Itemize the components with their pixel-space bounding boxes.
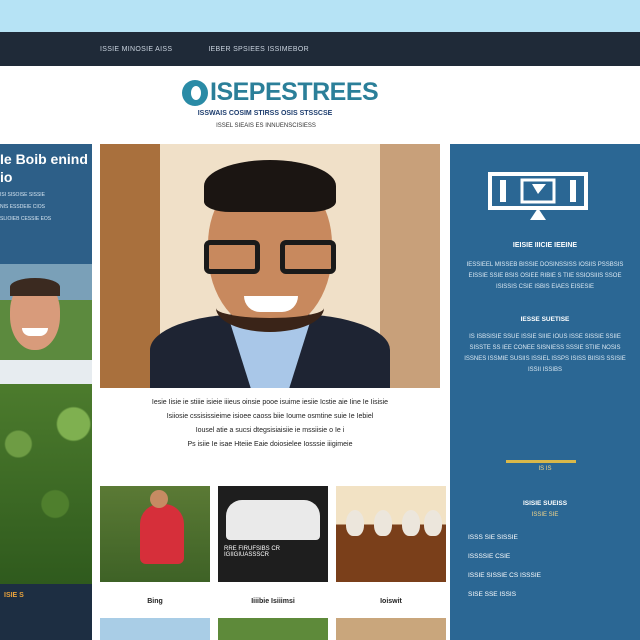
thumbnail-card[interactable]: [100, 486, 210, 582]
left-sidebar: Ie Boib enind io ISI SISOISE SISSIE NIS …: [0, 144, 92, 640]
right-sidebar: IEISIE IIICIE IEEINE IESSIEEL MISSEB BIS…: [450, 144, 640, 640]
right-paragraph: IS ISBSISIE SSUE ISSIE SIIIE IOUS ISSE S…: [464, 334, 626, 373]
thumb-person-head: [150, 490, 168, 508]
left-footer-label[interactable]: ISIE S: [4, 592, 88, 599]
bottom-thumbnail[interactable]: [218, 618, 328, 640]
hero-portrait: [100, 144, 440, 388]
left-footer: ISIE S: [0, 584, 92, 640]
right-link[interactable]: SISE SSE ISSIS: [468, 591, 628, 598]
thumbnail-grid: RRE FIRUFSIBS CR IGIIGIUASSSCR: [100, 486, 446, 582]
hero-text-line: Isiiosie cssisissieime isioee caoss biie…: [166, 413, 374, 420]
top-strip: [0, 0, 640, 32]
bottom-thumbnail[interactable]: [336, 618, 446, 640]
thumb-figure: [374, 510, 392, 536]
thumb-caption: RRE FIRUFSIBS CR IGIIGIUASSSCR: [224, 546, 281, 558]
left-promo-line: ISI SISOISE SISSIE: [0, 192, 46, 198]
thumbnail-card[interactable]: RRE FIRUFSIBS CR IGIIGIUASSSCR: [218, 486, 328, 582]
right-link[interactable]: ISSS SIE SISSIE: [468, 534, 628, 541]
hero-hair: [204, 160, 336, 212]
right-link[interactable]: ISSIE SISSIE CS ISSSIE: [468, 572, 628, 579]
nav-link-2[interactable]: IEBER SPSIEES ISSIMEBOR: [208, 46, 309, 53]
logo-text: ISEPESTREES: [210, 78, 379, 106]
photo-caption-band: [0, 360, 92, 384]
right-small-text: ISSIE SIE: [531, 512, 559, 518]
left-promo-title: Ie Boib enind io: [0, 151, 88, 185]
logo-mark-icon: [182, 79, 208, 106]
bottom-thumbnail-row: [100, 618, 446, 640]
thumbnail-labels: Bing Iiiibie Isiiimsi Ioiswit: [100, 598, 446, 605]
thumb-figure: [424, 510, 442, 536]
monitor-icon: [488, 172, 588, 220]
left-promo[interactable]: Ie Boib enind io ISI SISOISE SISSIE NIS …: [0, 144, 92, 264]
site-subtagline: ISSEL SIEAIS ES INNUENSCISIESS: [216, 123, 316, 129]
glasses-icon: [204, 240, 336, 274]
nav-link-1[interactable]: ISSIE MINOSIE AISS: [100, 46, 172, 53]
site-logo[interactable]: ISEPESTREES: [182, 78, 379, 107]
thumb-figure: [402, 510, 420, 536]
right-small-text: IS IS: [538, 466, 552, 472]
right-link[interactable]: ISSSSIE CSIE: [468, 553, 628, 560]
left-promo-line: NIS ESSDEIE CIOS: [0, 204, 46, 210]
glasses-lens-right: [280, 240, 336, 274]
hero-smile: [244, 296, 298, 312]
right-section-title: IEISIE IIICIE IEEINE: [512, 242, 578, 249]
top-navigation: ISSIE MINOSIE AISS IEBER SPSIEES ISSIMEB…: [0, 32, 640, 66]
right-accent-bar: [506, 460, 576, 463]
thumb-figure: [346, 510, 364, 536]
bottom-thumbnail[interactable]: [100, 618, 210, 640]
thumbnail-card[interactable]: [336, 486, 446, 582]
right-link-list: ISSS SIE SISSIE ISSSSIE CSIE ISSIE SISSI…: [468, 534, 628, 598]
main-content: Iesie Iisie ie stiiie isieie iiieus oins…: [92, 144, 450, 640]
left-promo-line: SLIOIEB CESSIE EOS: [0, 216, 52, 222]
thumbnail-label[interactable]: Iiiibie Isiiimsi: [218, 598, 328, 605]
thumbnail-label[interactable]: Ioiswit: [336, 598, 446, 605]
right-paragraph: IESSIEEL MISSEB BISSIE DOSINSSISS IOSIIS…: [466, 262, 624, 290]
photo-hair: [10, 278, 60, 296]
right-subtitle: ISISIE SUEISS: [522, 500, 568, 507]
site-tagline: ISSWAIS COSIM STIRSS OSIS STSSCSE: [197, 110, 333, 117]
right-subtitle: IESSE SUETISE: [520, 316, 570, 323]
hero-description: Iesie Iisie ie stiiie isieie iiieus oins…: [100, 396, 440, 452]
thumb-vehicle: [226, 500, 320, 540]
thumb-person: [140, 504, 184, 564]
thumbnail-label[interactable]: Bing: [100, 598, 210, 605]
photo-smile: [22, 328, 48, 336]
hero-text-line: Ps isiie Ie isae Hteiie Eaie doiosielee …: [187, 441, 353, 448]
hero-text-line: Iesie Iisie ie stiiie isieie iiieus oins…: [151, 399, 389, 406]
hero-text-line: Iousel atie a sucsi dtegsisiaisiie ie ms…: [195, 427, 345, 434]
left-profile-photo[interactable]: [0, 264, 92, 384]
left-hedge-image: [0, 384, 92, 584]
glasses-lens-left: [204, 240, 260, 274]
